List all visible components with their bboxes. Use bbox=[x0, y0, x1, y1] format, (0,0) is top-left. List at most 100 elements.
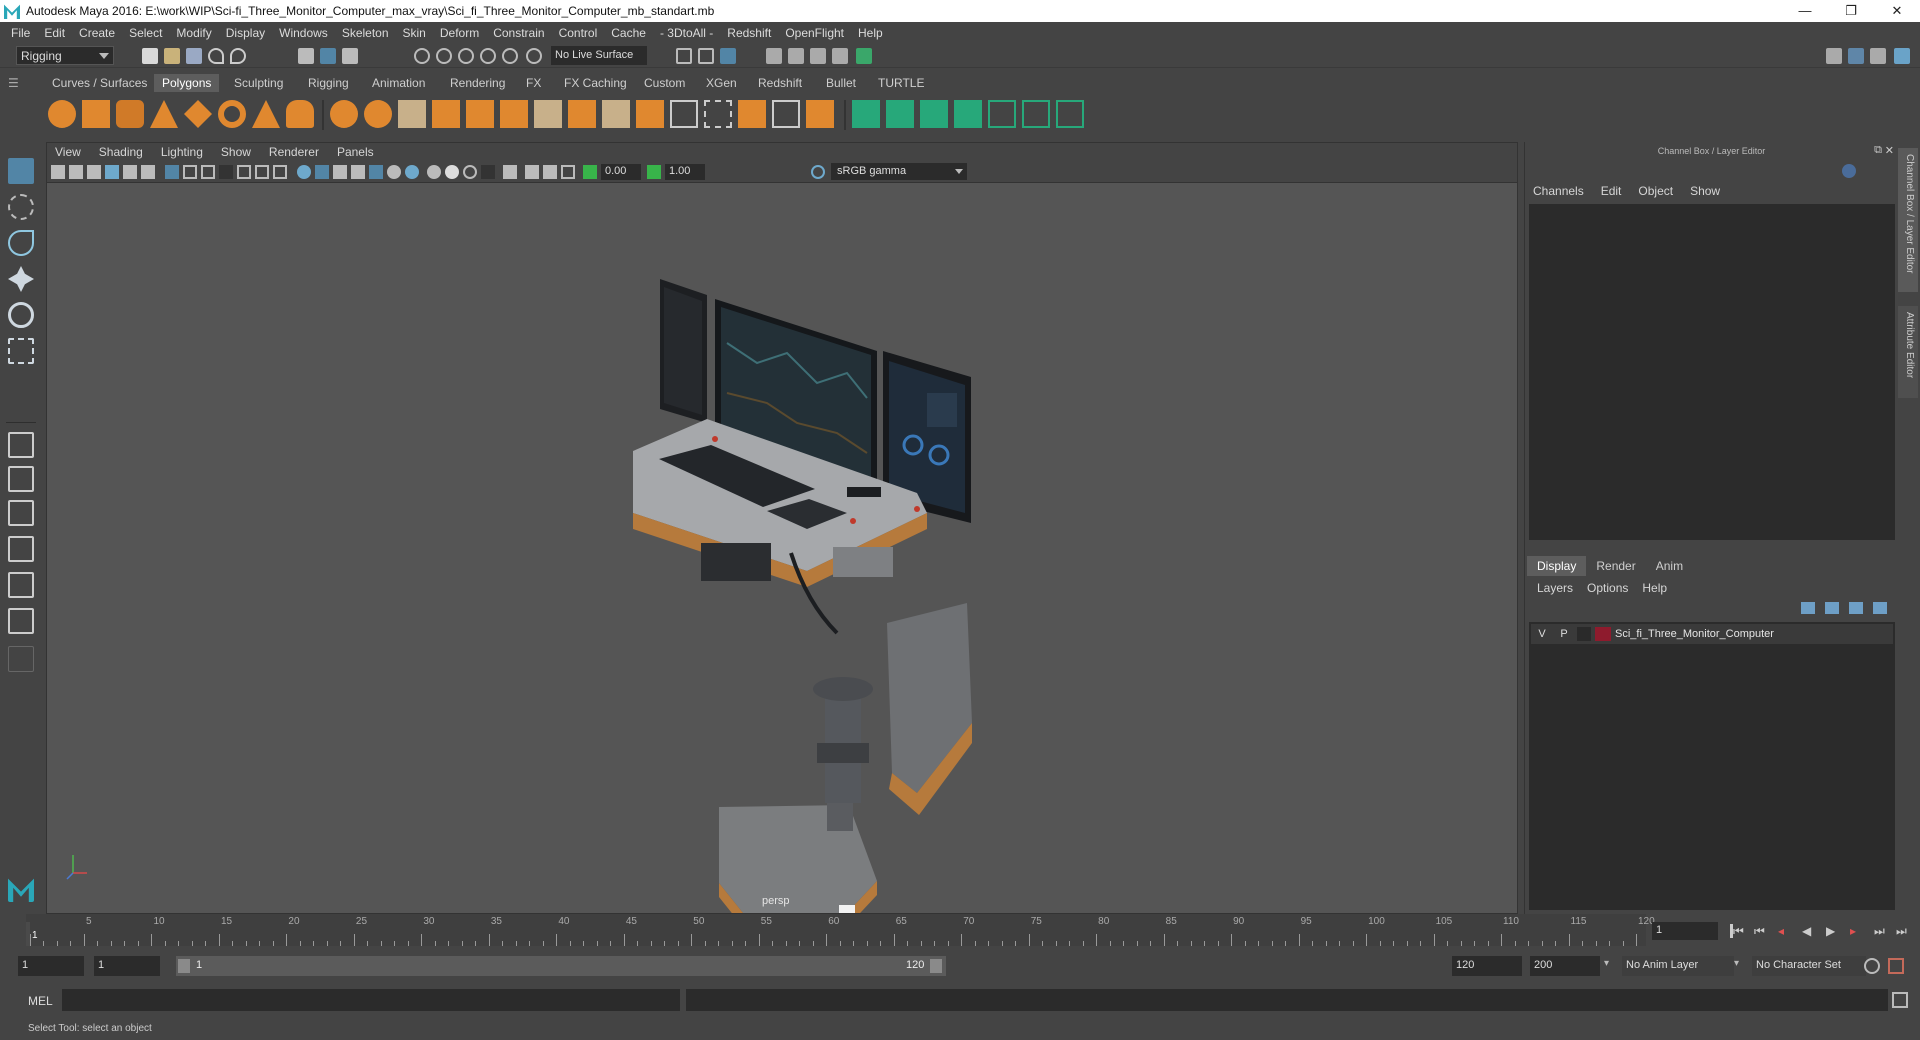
channel-box-menu-object[interactable]: Object bbox=[1638, 184, 1673, 198]
close-panel-icon[interactable]: ✕ bbox=[1885, 144, 1894, 157]
field-chart-icon[interactable] bbox=[237, 165, 251, 179]
channel-box-menu-show[interactable]: Show bbox=[1690, 184, 1720, 198]
grid-icon[interactable] bbox=[165, 165, 179, 179]
animation-preferences-icon[interactable] bbox=[1888, 958, 1904, 974]
new-scene-icon[interactable] bbox=[142, 48, 158, 64]
snap-curve-icon[interactable] bbox=[436, 48, 452, 64]
menu-skin[interactable]: Skin bbox=[403, 26, 426, 40]
single-perspective-layout-icon[interactable] bbox=[8, 432, 34, 458]
script-editor-icon[interactable] bbox=[1892, 992, 1908, 1008]
animation-start-field[interactable]: 1 bbox=[18, 956, 84, 976]
four-view-layout-icon[interactable] bbox=[8, 466, 34, 492]
menu-3dtoall[interactable]: - 3DtoAll - bbox=[660, 26, 713, 40]
tab-animation[interactable]: Animation bbox=[364, 74, 433, 92]
step-back-key-icon[interactable]: ⏮ bbox=[1754, 924, 1768, 938]
multi-cut-icon[interactable] bbox=[534, 100, 562, 128]
axis-orientation-icon[interactable] bbox=[1842, 164, 1856, 178]
render-view-icon[interactable] bbox=[766, 48, 782, 64]
screen-space-ao-icon[interactable] bbox=[405, 165, 419, 179]
menu-windows[interactable]: Windows bbox=[279, 26, 328, 40]
offset-edge-loop-icon[interactable] bbox=[602, 100, 630, 128]
poly-cube-icon[interactable] bbox=[82, 100, 110, 128]
gamma-field[interactable]: 1.00 bbox=[665, 164, 705, 180]
camera-select-icon[interactable] bbox=[51, 165, 65, 179]
poly-sphere-icon[interactable] bbox=[48, 100, 76, 128]
poly-cone-icon[interactable] bbox=[150, 100, 178, 128]
viewport-menu-lighting[interactable]: Lighting bbox=[161, 145, 203, 159]
tab-curves-surfaces[interactable]: Curves / Surfaces bbox=[44, 74, 155, 92]
input-ops-icon[interactable] bbox=[676, 48, 692, 64]
depth-of-field-icon[interactable] bbox=[463, 165, 477, 179]
grease-pencil-icon[interactable] bbox=[141, 165, 155, 179]
menu-control[interactable]: Control bbox=[559, 26, 598, 40]
close-button[interactable]: ✕ bbox=[1874, 3, 1920, 19]
use-all-lights-icon[interactable] bbox=[369, 165, 383, 179]
smooth-shade-icon[interactable] bbox=[315, 165, 329, 179]
resolution-gate-icon[interactable] bbox=[201, 165, 215, 179]
make-live-icon[interactable] bbox=[526, 48, 542, 64]
restore-button[interactable]: ❐ bbox=[1828, 3, 1874, 19]
menu-create[interactable]: Create bbox=[79, 26, 115, 40]
tab-sculpting[interactable]: Sculpting bbox=[226, 74, 291, 92]
tab-fx-caching[interactable]: FX Caching bbox=[556, 74, 635, 92]
textured-icon[interactable] bbox=[351, 165, 365, 179]
save-scene-icon[interactable] bbox=[186, 48, 202, 64]
snap-view-plane-icon[interactable] bbox=[502, 48, 518, 64]
command-line-input[interactable] bbox=[62, 989, 680, 1011]
minimize-button[interactable]: — bbox=[1782, 3, 1828, 19]
go-to-start-icon[interactable]: ⏮ bbox=[1730, 924, 1744, 938]
channel-box-menu-channels[interactable]: Channels bbox=[1533, 184, 1584, 198]
exposure-field[interactable]: 0.00 bbox=[601, 164, 641, 180]
camera-attributes-icon[interactable] bbox=[69, 165, 83, 179]
menu-edit[interactable]: Edit bbox=[44, 26, 65, 40]
exposure-icon[interactable] bbox=[583, 165, 597, 179]
wireframe-icon[interactable] bbox=[297, 165, 311, 179]
menu-skeleton[interactable]: Skeleton bbox=[342, 26, 389, 40]
layer-visibility-toggle[interactable]: V bbox=[1531, 628, 1553, 640]
tab-xgen[interactable]: XGen bbox=[698, 74, 745, 92]
attribute-editor-toggle-icon[interactable] bbox=[1870, 48, 1886, 64]
snap-projected-center-icon[interactable] bbox=[480, 48, 496, 64]
channel-box-menu-edit[interactable]: Edit bbox=[1601, 184, 1622, 198]
outliner-toggle-icon[interactable] bbox=[1848, 48, 1864, 64]
render-current-frame-icon[interactable] bbox=[788, 48, 804, 64]
gate-mask-icon[interactable] bbox=[219, 165, 233, 179]
tab-turtle[interactable]: TURTLE bbox=[870, 74, 932, 92]
step-back-frame-icon[interactable]: ◂ bbox=[1778, 924, 1792, 938]
custom-layout-icon[interactable] bbox=[8, 646, 34, 672]
menu-modify[interactable]: Modify bbox=[176, 26, 211, 40]
select-by-component-icon[interactable] bbox=[342, 48, 358, 64]
motion-blur-icon[interactable] bbox=[427, 165, 441, 179]
menu-openflight[interactable]: OpenFlight bbox=[785, 26, 844, 40]
time-slider[interactable]: 1 5 10 15 20 25 30 35 40 45 50 55 60 65 70 75 80 85 90 95 10… bbox=[26, 914, 1655, 946]
poly-cylinder-icon[interactable] bbox=[116, 100, 144, 128]
layer-display-type-toggle[interactable] bbox=[1577, 627, 1591, 641]
go-to-end-icon[interactable]: ⏭ bbox=[1896, 924, 1910, 938]
two-d-pan-zoom-icon[interactable] bbox=[123, 165, 137, 179]
safe-action-icon[interactable] bbox=[255, 165, 269, 179]
menu-display[interactable]: Display bbox=[226, 26, 265, 40]
xray-icon[interactable] bbox=[503, 165, 517, 179]
animation-end-field[interactable]: 200 bbox=[1530, 956, 1600, 976]
layer-menu-help[interactable]: Help bbox=[1642, 581, 1667, 595]
move-layer-down-icon[interactable] bbox=[1825, 602, 1839, 614]
backface-icon[interactable] bbox=[561, 165, 575, 179]
range-start-handle[interactable] bbox=[178, 959, 190, 973]
bevel-icon[interactable] bbox=[636, 100, 664, 128]
insert-edge-loop-icon[interactable] bbox=[568, 100, 596, 128]
character-set-dropdown[interactable]: No Character Set bbox=[1752, 956, 1866, 976]
tab-polygons[interactable]: Polygons bbox=[154, 74, 220, 92]
isolate-select-icon[interactable] bbox=[481, 165, 495, 179]
tab-rigging[interactable]: Rigging bbox=[300, 74, 357, 92]
film-gate-icon[interactable] bbox=[183, 165, 197, 179]
target-weld-icon[interactable] bbox=[738, 100, 766, 128]
layer-color-swatch[interactable] bbox=[1595, 627, 1611, 641]
channel-box-toggle-icon[interactable] bbox=[1894, 48, 1910, 64]
spherical-uv-icon[interactable] bbox=[920, 100, 948, 128]
poly-torus-icon[interactable] bbox=[218, 100, 246, 128]
channel-box-area[interactable] bbox=[1529, 204, 1895, 540]
step-forward-key-icon[interactable]: ⏭ bbox=[1874, 924, 1888, 938]
layer-row[interactable]: V P Sci_fi_Three_Monitor_Computer bbox=[1531, 624, 1893, 644]
combine-icon[interactable] bbox=[330, 100, 358, 128]
output-ops-icon[interactable] bbox=[698, 48, 714, 64]
